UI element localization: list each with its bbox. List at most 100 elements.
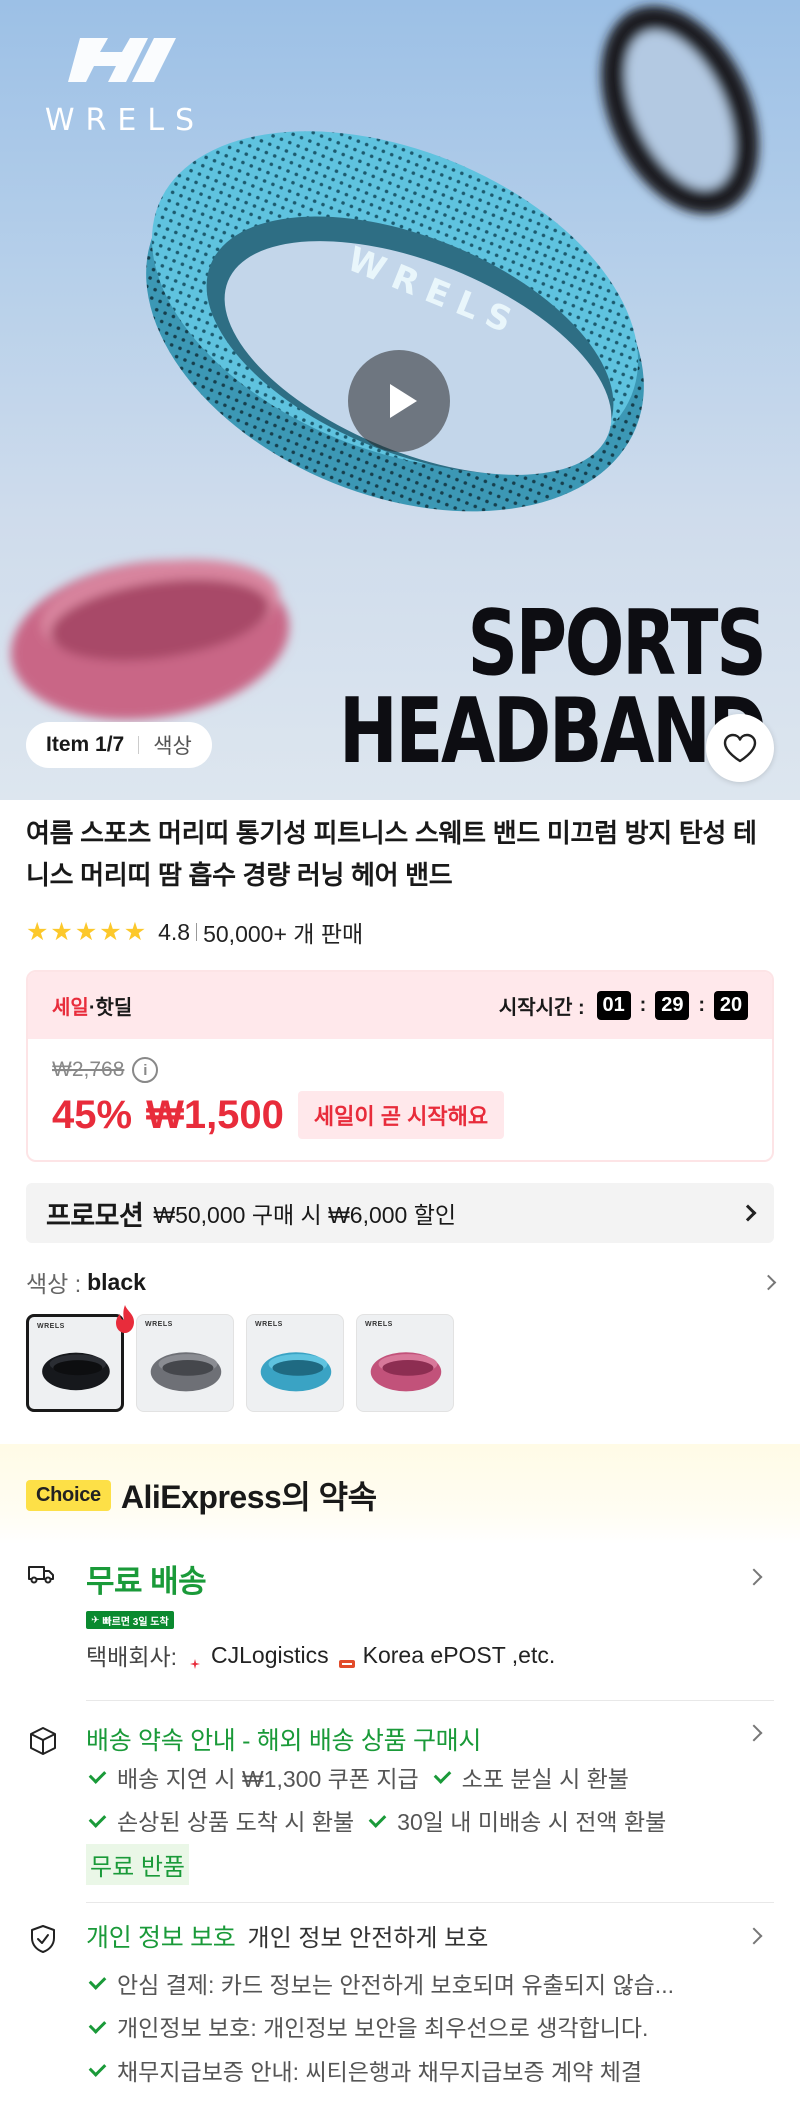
headband-thumbnail <box>150 1352 222 1392</box>
rating-row[interactable]: ★ ★ ★ ★ ★ 4.8 50,000+ 개 판매 <box>26 917 364 948</box>
check-item: 소포 분실 시 환불 <box>431 1758 629 1800</box>
check-item: 개인정보 보호: 개인정보 보안을 최우선으로 생각합니다. <box>86 2007 648 2049</box>
privacy-header: 개인 정보 보호 개인 정보 안전하게 보호 <box>86 1918 488 1954</box>
fast-delivery-text: 빠르면 3일 도착 <box>102 1616 169 1628</box>
heart-icon <box>723 733 757 763</box>
swatch-pink[interactable]: WRELS <box>356 1314 454 1412</box>
headband-thumbnail <box>42 1352 110 1391</box>
countdown-timer: 시작시간 : 01 : 29 : 20 <box>499 991 748 1020</box>
chevron-right-icon <box>745 1927 763 1945</box>
countdown-colon: : <box>639 994 647 1016</box>
divider <box>196 923 198 941</box>
chevron-right-icon <box>739 1204 757 1222</box>
star-icon: ★ <box>123 917 147 946</box>
countdown-minutes: 29 <box>655 991 690 1020</box>
promotion-title: 프로모션 <box>46 1200 144 1231</box>
star-icon: ★ <box>50 917 73 946</box>
color-swatches: WRELS WRELS WRELS WRELS <box>26 1314 454 1412</box>
epost-logo-icon <box>338 1649 355 1668</box>
svg-text:WRELS: WRELS <box>45 103 205 138</box>
original-price-row: ₩2,768 i <box>52 1057 748 1083</box>
image-counter-pill: Item 1/7 색상 <box>26 722 212 768</box>
fast-delivery-badge: ✈ 빠르면 3일 도착 <box>86 1611 174 1629</box>
chevron-right-icon <box>760 1274 777 1290</box>
play-video-button[interactable] <box>348 350 450 452</box>
swatch-black[interactable]: WRELS <box>26 1314 124 1412</box>
product-image-gallery[interactable]: WRELS WRELS SPORTS HEADBAND Item 1/7 색상 <box>0 0 800 800</box>
promotion-text: ₩50,000 구매 시 ₩6,000 할인 <box>153 1202 457 1228</box>
privacy-list: 안심 결제: 카드 정보는 안전하게 보호되며 유출되지 않습... 개인정보 … <box>86 1962 766 2093</box>
rating-value: 4.8 <box>158 918 191 945</box>
carrier-name: Korea ePOST ,etc. <box>362 1641 556 1668</box>
image-counter: Item 1/7 <box>46 733 125 756</box>
sale-tag: 세일·핫딜 <box>52 991 132 1020</box>
divider <box>86 1700 774 1701</box>
hero-headline-line2: HEADBAND <box>338 679 767 784</box>
headband-thumbnail <box>260 1352 332 1392</box>
original-price: ₩2,768 <box>52 1058 125 1081</box>
sold-count: 50,000+ 개 판매 <box>203 921 364 947</box>
sale-price: ₩1,500 <box>146 1092 284 1137</box>
carrier-row: 택배회사: CJLogistics Korea ePOST ,etc. <box>86 1638 555 1672</box>
fire-icon <box>116 1305 134 1333</box>
hot-deal-label: 핫딜 <box>95 997 133 1019</box>
hero-headline: SPORTS HEADBAND <box>338 591 767 784</box>
free-shipping-title: 무료 배송 <box>86 1564 207 1599</box>
price-section: ₩2,768 i 45% ₩1,500 세일이 곧 시작해요 <box>28 1039 772 1139</box>
list-item: 채무지급보증 안내: 씨티은행과 채무지급보증 계약 체결 <box>86 2049 766 2093</box>
check-item: 손상된 상품 도착 시 환불 <box>86 1801 354 1843</box>
free-return-badge: 무료 반품 <box>86 1844 189 1885</box>
choice-title: AliExpress의 약속 <box>120 1479 377 1515</box>
star-icon: ★ <box>74 917 98 946</box>
info-icon[interactable]: i <box>132 1057 159 1083</box>
list-item: 배송 지연 시 ₩1,300 쿠폰 지급 소포 분실 시 환불 <box>86 1756 678 1800</box>
carrier-logo-icon <box>187 1649 203 1669</box>
shield-check-icon <box>31 1925 55 1953</box>
color-label: 색상 : <box>26 1271 82 1297</box>
carrier-name: CJLogistics <box>211 1641 329 1668</box>
package-icon <box>30 1727 56 1755</box>
discount-percent: 45% <box>52 1092 133 1137</box>
delivery-promise-title: 배송 약속 안내 - 해외 배송 상품 구매시 <box>86 1727 482 1755</box>
play-icon <box>389 384 417 418</box>
color-selector-header[interactable]: 색상 : black <box>26 1264 777 1300</box>
check-item: 안심 결제: 카드 정보는 안전하게 보호되며 유출되지 않습... <box>86 1964 674 2006</box>
delivery-promise-list: 배송 지연 시 ₩1,300 쿠폰 지급 소포 분실 시 환불 손상된 상품 도착… <box>86 1756 678 1843</box>
privacy-title: 개인 정보 보호 <box>86 1924 236 1952</box>
wishlist-button[interactable] <box>706 714 774 782</box>
chevron-right-icon <box>745 1724 763 1742</box>
divider <box>138 736 140 754</box>
choice-badge: Choice <box>26 1479 111 1511</box>
list-item: 개인정보 보호: 개인정보 보안을 최우선으로 생각합니다. <box>86 2006 766 2050</box>
check-item: 배송 지연 시 ₩1,300 쿠폰 지급 <box>86 1758 419 1800</box>
hero-headline-line1: SPORTS <box>467 591 766 696</box>
list-item: 손상된 상품 도착 시 환불 30일 내 미배송 시 전액 환불 <box>86 1800 678 1844</box>
list-item: 안심 결제: 카드 정보는 안전하게 보호되며 유출되지 않습... <box>86 1962 766 2006</box>
countdown-colon: : <box>698 994 705 1016</box>
current-price-row: 45% ₩1,500 세일이 곧 시작해요 <box>52 1091 748 1139</box>
sale-box: 세일·핫딜 시작시간 : 01 : 29 : 20 ₩2,768 i 45% ₩… <box>26 970 774 1162</box>
swatch-gray[interactable]: WRELS <box>136 1314 234 1412</box>
sale-header: 세일·핫딜 시작시간 : 01 : 29 : 20 <box>28 972 772 1039</box>
image-counter-label: 색상 <box>153 735 192 758</box>
star-rating: ★ ★ ★ ★ ★ <box>26 917 147 946</box>
promotion-row[interactable]: 프로모션 ₩50,000 구매 시 ₩6,000 할인 <box>26 1183 774 1243</box>
sale-starting-soon-tag: 세일이 곧 시작해요 <box>297 1091 505 1139</box>
check-item: 채무지급보증 안내: 씨티은행과 채무지급보증 계약 체결 <box>86 2051 642 2093</box>
choice-header: Choice AliExpress의 약속 <box>26 1472 377 1518</box>
privacy-subtitle: 개인 정보 안전하게 보호 <box>247 1925 489 1952</box>
countdown-label: 시작시간 : <box>498 997 585 1019</box>
headband-thumbnail <box>370 1352 442 1392</box>
plane-icon: ✈ <box>91 1614 100 1626</box>
product-title: 여름 스포츠 머리띠 통기성 피트니스 스웨트 밴드 미끄럼 방지 탄성 테니스… <box>26 818 757 890</box>
selected-color: black <box>87 1268 146 1295</box>
brand-logo: WRELS <box>30 30 220 140</box>
carrier-label: 택배회사: <box>86 1644 178 1670</box>
countdown-seconds: 20 <box>714 991 748 1020</box>
truck-icon <box>28 1566 54 1584</box>
countdown-hours: 01 <box>596 991 631 1020</box>
swatch-blue[interactable]: WRELS <box>246 1314 344 1412</box>
check-item: 30일 내 미배송 시 전액 환불 <box>366 1801 666 1843</box>
sale-label: 세일 <box>52 997 89 1019</box>
star-icon: ★ <box>26 917 49 946</box>
